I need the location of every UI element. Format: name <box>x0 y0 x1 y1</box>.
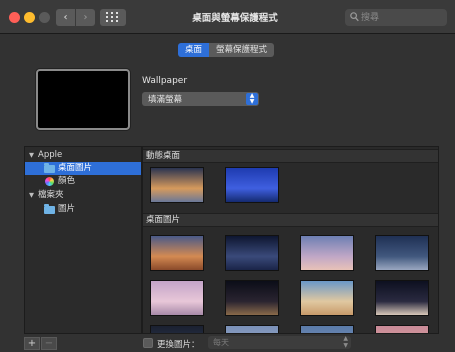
zoom-button[interactable] <box>39 12 50 23</box>
change-interval-value: 每天 <box>213 338 229 347</box>
sidebar-item-folders[interactable]: ▼ 檔案夾 <box>25 189 141 202</box>
window-title: 桌面與螢幕保護程式 <box>192 13 278 24</box>
wallpaper-thumbnail[interactable] <box>225 325 279 333</box>
search-input[interactable] <box>361 10 441 25</box>
change-interval-popup[interactable]: 每天 ▲ ▼ <box>208 335 351 349</box>
sidebar-item-pictures[interactable]: 圖片 <box>25 203 141 216</box>
tab-desktop[interactable]: 桌面 <box>178 43 210 57</box>
sidebar-item-colors[interactable]: 顏色 <box>25 175 141 188</box>
sidebar-item-desktop-pictures[interactable]: 桌面圖片 <box>25 162 141 175</box>
fit-popup-value: 填滿螢幕 <box>148 95 183 105</box>
wallpaper-thumbnail[interactable] <box>225 167 279 203</box>
wallpaper-thumbnail[interactable] <box>300 325 354 333</box>
wallpaper-thumbnail[interactable] <box>150 235 204 271</box>
remove-folder-button[interactable]: − <box>41 337 57 350</box>
chevron-right-icon: › <box>83 12 88 23</box>
color-wheel-icon <box>45 177 54 186</box>
wallpaper-thumbnail[interactable] <box>150 280 204 316</box>
back-button[interactable]: ‹ <box>56 9 75 26</box>
add-folder-button[interactable]: + <box>24 337 40 350</box>
section-header-dynamic: 動態桌面 <box>143 149 438 163</box>
title-bar: ‹ › 桌面與螢幕保護程式 <box>0 0 455 34</box>
tab-screen-saver[interactable]: 螢幕保護程式 <box>209 43 275 57</box>
grid-icon <box>106 12 120 23</box>
desktop-preview <box>36 69 130 130</box>
preferences-window: ‹ › 桌面與螢幕保護程式 桌面 螢幕保護程式 Wallpaper 填滿 <box>0 0 455 352</box>
wallpaper-thumbnail[interactable] <box>150 325 204 333</box>
folder-icon <box>44 204 55 214</box>
sidebar-item-label: 圖片 <box>58 204 76 214</box>
folder-icon <box>44 163 55 173</box>
wallpaper-thumbnail[interactable] <box>375 280 429 316</box>
sidebar-item-label: Apple <box>38 150 63 160</box>
wallpaper-thumbnail[interactable] <box>375 325 429 333</box>
wallpaper-thumbnail[interactable] <box>375 235 429 271</box>
disclosure-triangle-icon[interactable]: ▼ <box>29 189 34 202</box>
sidebar-item-label: 檔案夾 <box>38 190 64 200</box>
wallpaper-thumbnail[interactable] <box>225 235 279 271</box>
change-picture-checkbox[interactable] <box>143 338 153 348</box>
chevron-left-icon: ‹ <box>63 12 68 23</box>
wallpaper-thumbnail[interactable] <box>300 280 354 316</box>
sidebar-item-apple[interactable]: ▼ Apple <box>25 149 141 162</box>
close-button[interactable] <box>9 12 20 23</box>
search-icon <box>350 12 359 22</box>
wallpaper-label: Wallpaper <box>142 76 188 86</box>
change-picture-label: 更換圖片： <box>157 340 200 350</box>
forward-button[interactable]: › <box>76 9 95 26</box>
up-down-arrows-icon: ▲ ▼ <box>246 93 258 105</box>
wallpaper-thumbnail[interactable] <box>300 235 354 271</box>
search-field[interactable] <box>345 9 447 26</box>
disclosure-triangle-icon[interactable]: ▼ <box>29 149 34 162</box>
minimize-button[interactable] <box>24 12 35 23</box>
wallpaper-thumbnail[interactable] <box>225 280 279 316</box>
sidebar-item-label: 桌面圖片 <box>58 163 93 173</box>
section-header-desktop-pictures: 桌面圖片 <box>143 213 438 227</box>
show-all-button[interactable] <box>100 9 126 26</box>
up-down-arrows-icon: ▲ ▼ <box>343 335 348 349</box>
picture-browser: 動態桌面 桌面圖片 <box>142 146 439 334</box>
sidebar-item-label: 顏色 <box>58 176 76 186</box>
source-list: ▼ Apple 桌面圖片 顏色 ▼ 檔案夾 圖片 <box>24 146 142 334</box>
fit-popup-button[interactable]: 填滿螢幕 ▲ ▼ <box>142 92 259 106</box>
wallpaper-thumbnail[interactable] <box>150 167 204 203</box>
tab-bar: 桌面 螢幕保護程式 <box>178 43 275 57</box>
